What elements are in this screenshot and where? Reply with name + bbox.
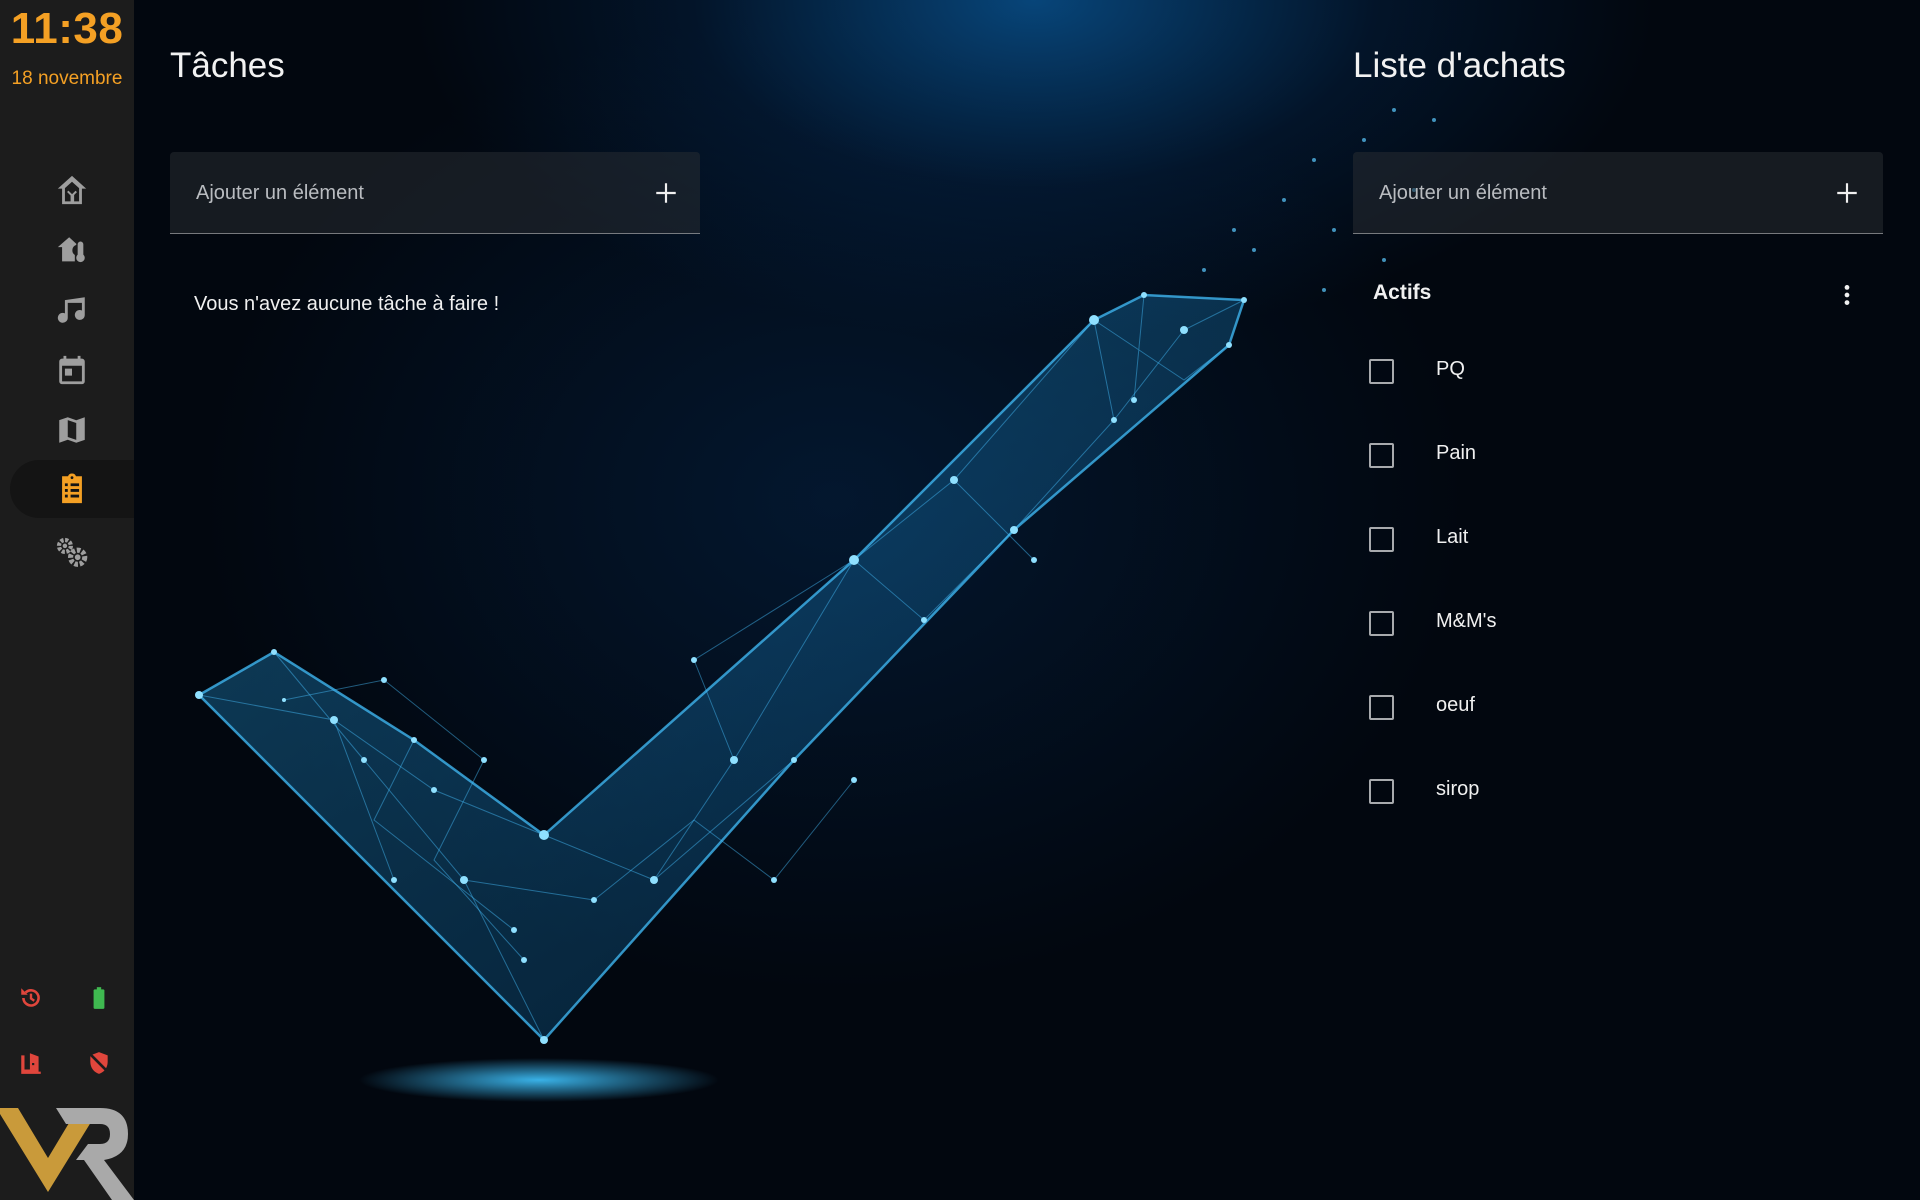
clock-date: 18 novembre: [11, 68, 123, 89]
sidebar: 11:38 18 novembre: [0, 0, 134, 1200]
restore-clock-icon[interactable]: [13, 980, 49, 1016]
tasks-add-input[interactable]: [194, 152, 614, 234]
shopping-item: M&M's: [1366, 594, 1866, 654]
shield-off-icon[interactable]: [81, 1045, 117, 1081]
item-checkbox[interactable]: [1369, 779, 1394, 804]
item-checkbox[interactable]: [1369, 695, 1394, 720]
app-root: 11:38 18 novembre Tâches Ajouter un élém…: [0, 0, 1920, 1200]
battery-icon[interactable]: [81, 980, 117, 1016]
shopping-add-input[interactable]: [1377, 152, 1797, 234]
home-thermometer-icon: [57, 237, 85, 263]
shopping-section-active: Actifs: [1373, 281, 1432, 304]
shopping-item: sirop: [1366, 762, 1866, 822]
home-logo-icon: [57, 175, 87, 205]
clipboard-list-icon: [62, 473, 82, 504]
item-label: Lait: [1436, 526, 1469, 548]
item-checkbox[interactable]: [1369, 611, 1394, 636]
tasks-title: Tâches: [170, 46, 285, 85]
item-checkbox[interactable]: [1369, 359, 1394, 384]
nav-map[interactable]: [10, 401, 134, 459]
tasks-add-button[interactable]: [648, 175, 684, 211]
shopping-item: PQ: [1366, 342, 1866, 402]
calendar-icon: [59, 355, 85, 385]
item-label: oeuf: [1436, 694, 1475, 716]
plus-icon: [1837, 183, 1857, 203]
item-checkbox[interactable]: [1369, 527, 1394, 552]
plus-icon: [656, 183, 676, 203]
item-label: sirop: [1436, 778, 1480, 800]
nav-home-climate[interactable]: [10, 221, 134, 279]
item-checkbox[interactable]: [1369, 443, 1394, 468]
shopping-add-button[interactable]: [1829, 175, 1865, 211]
map-icon: [59, 417, 85, 443]
item-label: M&M's: [1436, 610, 1497, 632]
shopping-item: oeuf: [1366, 678, 1866, 738]
clock-time: 11:38: [10, 4, 124, 53]
shopping-item: Pain: [1366, 426, 1866, 486]
door-open-icon[interactable]: [13, 1045, 49, 1081]
shopping-overflow-menu-button[interactable]: [1830, 278, 1864, 312]
shopping-title: Liste d'achats: [1353, 46, 1566, 85]
nav-settings[interactable]: [10, 524, 134, 582]
cogs-icon: [56, 537, 88, 567]
shopping-add-card: [1353, 152, 1883, 234]
dots-vertical-icon: [1844, 285, 1850, 305]
nav-music[interactable]: [10, 281, 134, 339]
music-icon: [57, 297, 85, 323]
item-label: PQ: [1436, 358, 1465, 380]
item-label: Pain: [1436, 442, 1477, 464]
nav-todo[interactable]: [10, 460, 134, 518]
nav-home[interactable]: [10, 161, 134, 219]
brand-logo: [0, 1108, 134, 1200]
shopping-item: Lait: [1366, 510, 1866, 570]
tasks-empty-message: Vous n'avez aucune tâche à faire !: [194, 293, 500, 315]
nav-calendar[interactable]: [10, 341, 134, 399]
tasks-add-card: [170, 152, 700, 234]
